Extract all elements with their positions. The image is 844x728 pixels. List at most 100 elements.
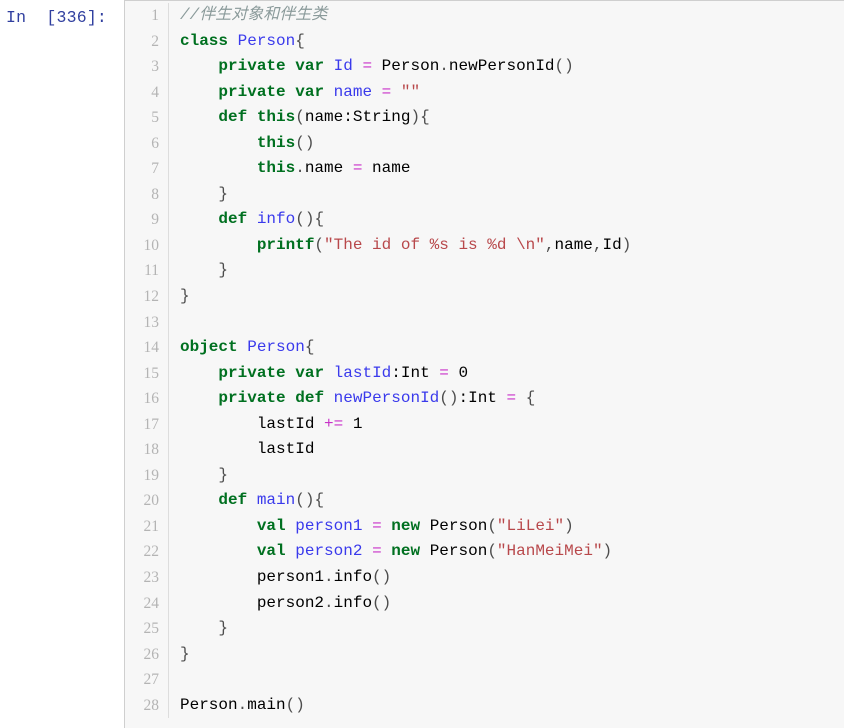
token-plain: lastId (180, 440, 315, 459)
token-keyword: this (256, 159, 296, 178)
token-brace: () (372, 568, 392, 587)
token-name: person1 (295, 516, 363, 535)
token-brace: ( (295, 108, 305, 127)
code-line[interactable]: } (180, 463, 844, 489)
code-line[interactable]: } (180, 258, 844, 284)
token-keyword: new (391, 516, 421, 535)
line-number: 21 (143, 517, 160, 535)
token-operator: = (439, 363, 449, 382)
token-keyword: var (295, 82, 325, 101)
code-mirror[interactable]: 1 2 3 4 5 6 7 8 9 10 11 12 13 14 15 16 17 18 19 20 21 22 23 24 2… (125, 1, 844, 719)
token-plain: info (333, 593, 373, 612)
code-line[interactable]: lastId += 1 (180, 412, 844, 438)
code-line[interactable]: person2.info() (180, 591, 844, 617)
line-number: 20 (143, 492, 160, 510)
code-line[interactable] (180, 667, 844, 693)
token-plain: newPersonId (448, 57, 555, 76)
token-keyword: var (295, 363, 325, 382)
line-number: 19 (143, 466, 160, 484)
code-line[interactable]: this() (180, 131, 844, 157)
line-number: 25 (143, 620, 160, 638)
line-number: 27 (143, 671, 160, 689)
token-name: person2 (295, 542, 363, 561)
code-content[interactable]: //伴生对象和伴生类 class Person{ private var Id =… (169, 3, 844, 718)
code-line[interactable]: this.name = name (180, 156, 844, 182)
token-brace: { (314, 210, 325, 229)
token-punct: . (324, 593, 334, 612)
code-editor-area[interactable]: 1 2 3 4 5 6 7 8 9 10 11 12 13 14 15 16 17 18 19 20 21 22 23 24 2… (124, 0, 844, 728)
code-line[interactable]: object Person{ (180, 335, 844, 361)
token-brace: () (295, 210, 315, 229)
token-name: newPersonId (333, 389, 440, 408)
code-line[interactable]: } (180, 284, 844, 310)
token-plain: Person (420, 542, 488, 561)
token-brace: } (180, 644, 190, 663)
code-line[interactable]: printf("The id of %s is %d \n",name,Id) (180, 233, 844, 259)
token-plain: name (362, 159, 411, 178)
token-number: 0 (458, 363, 469, 382)
line-number: 3 (151, 58, 159, 76)
code-line[interactable] (180, 310, 844, 336)
line-number: 4 (151, 83, 159, 101)
code-line[interactable]: } (180, 642, 844, 668)
token-name: Id (333, 57, 353, 76)
token-punct: . (439, 57, 449, 76)
token-plain: info (333, 568, 373, 587)
token-brace: { (525, 389, 536, 408)
line-number: 6 (151, 134, 159, 152)
token-brace: () (554, 57, 574, 76)
code-line[interactable]: val person1 = new Person("LiLei") (180, 514, 844, 540)
token-string: "" (400, 82, 421, 101)
code-line[interactable]: val person2 = new Person("HanMeiMei") (180, 539, 844, 565)
code-line[interactable]: def this(name:String){ (180, 105, 844, 131)
token-keyword: new (391, 542, 421, 561)
code-line[interactable]: def info(){ (180, 207, 844, 233)
code-line[interactable]: } (180, 182, 844, 208)
token-plain: person1 (180, 568, 325, 587)
token-number: 1 (352, 414, 363, 433)
line-number: 24 (143, 594, 160, 612)
token-brace: ) (602, 542, 613, 561)
token-brace: { (295, 31, 305, 50)
token-plain: main (247, 695, 286, 714)
token-punct: . (295, 159, 305, 178)
line-number: 2 (151, 32, 159, 50)
code-line[interactable]: private def newPersonId():Int = { (180, 386, 844, 412)
code-line[interactable]: private var lastId:Int = 0 (180, 361, 844, 387)
code-line[interactable]: Person.main() (180, 693, 844, 719)
token-keyword: def (295, 389, 325, 408)
notebook-code-cell[interactable]: In [336]: 1 2 3 4 5 6 7 8 9 10 11 12 13 14 15 16 17 18 19 2… (0, 0, 844, 728)
code-line[interactable]: private var name = "" (180, 80, 844, 106)
code-line[interactable]: private var Id = Person.newPersonId() (180, 54, 844, 80)
token-plain: :Int (458, 389, 507, 408)
line-number: 18 (143, 441, 160, 459)
code-line[interactable]: def main(){ (180, 488, 844, 514)
token-operator: = (506, 389, 517, 408)
token-brace: ) (410, 108, 421, 127)
token-plain: name:String (304, 108, 411, 127)
code-line[interactable]: } (180, 616, 844, 642)
code-line[interactable]: person1.info() (180, 565, 844, 591)
code-line[interactable]: lastId (180, 437, 844, 463)
token-class: Person (237, 31, 296, 50)
code-line[interactable]: //伴生对象和伴生类 (180, 3, 844, 29)
code-line[interactable]: class Person{ (180, 29, 844, 55)
token-brace: } (180, 287, 190, 306)
line-number: 15 (143, 364, 160, 382)
token-keyword: private (218, 57, 286, 76)
line-number: 28 (143, 696, 160, 714)
